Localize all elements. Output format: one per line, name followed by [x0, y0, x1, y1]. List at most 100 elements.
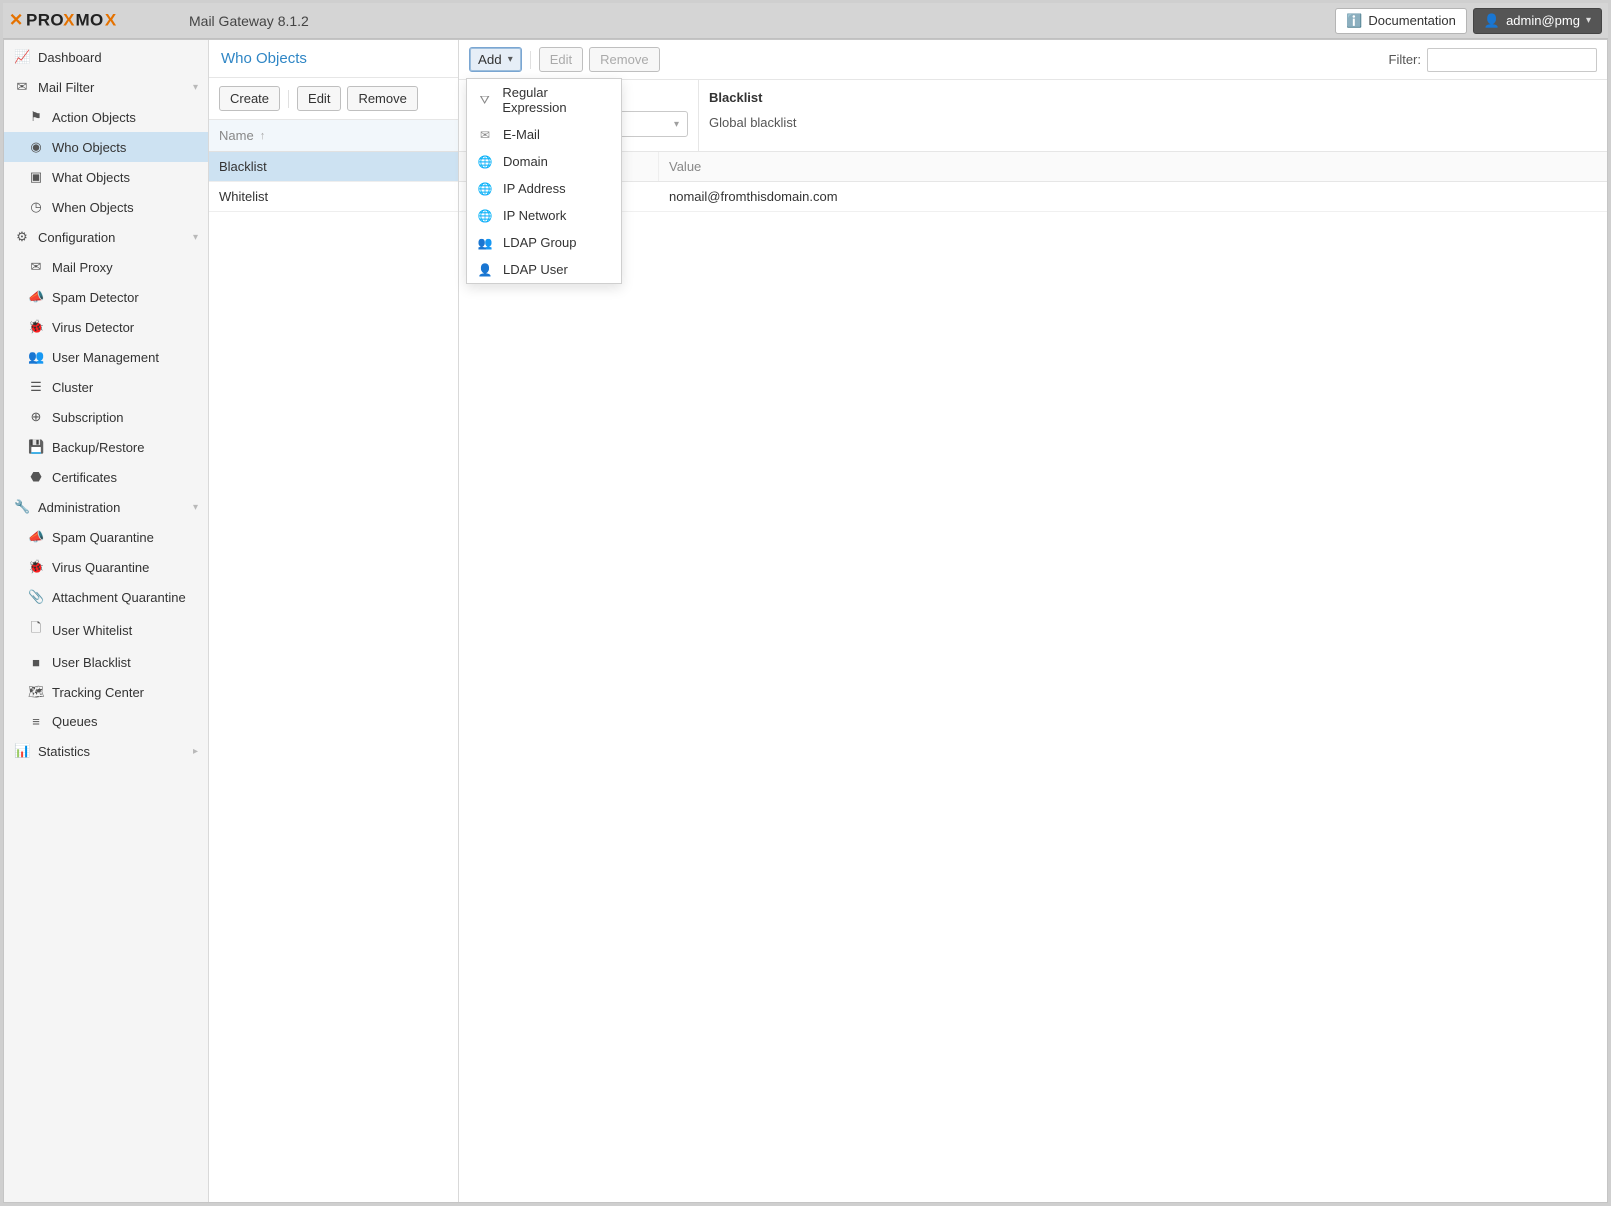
menu-item-ip-address[interactable]: 🌐IP Address — [467, 175, 621, 202]
sidebar-item-when-objects[interactable]: ◷ When Objects — [4, 192, 208, 222]
proxmox-logo: ✕ PRO X MO X — [9, 10, 179, 32]
sidebar-item-spam-detector[interactable]: 📣Spam Detector — [4, 282, 208, 312]
sidebar-item-cluster[interactable]: ☰Cluster — [4, 372, 208, 402]
edit-button[interactable]: Edit — [297, 86, 341, 111]
file-solid-icon: ■ — [28, 655, 44, 670]
object-description: Global blacklist — [709, 115, 1597, 130]
sidebar-item-label: When Objects — [52, 200, 134, 215]
wrench-icon: 🔧 — [14, 499, 30, 515]
svg-text:X: X — [105, 10, 117, 29]
sidebar-item-label: Configuration — [38, 230, 115, 245]
column-label: Name — [219, 128, 254, 143]
who-toolbar: Create Edit Remove — [209, 78, 458, 120]
sidebar-item-user-whitelist[interactable]: 🗋User Whitelist — [4, 612, 208, 648]
chevron-down-icon: ▾ — [193, 232, 198, 243]
sidebar-item-label: Administration — [38, 500, 120, 515]
user-circle-icon: ◉ — [28, 139, 44, 155]
sidebar-item-statistics[interactable]: 📊Statistics▸ — [4, 736, 208, 766]
menu-item-label: IP Network — [503, 208, 566, 223]
sidebar-item-label: Tracking Center — [52, 685, 144, 700]
cube-icon: ▣ — [28, 169, 44, 185]
certificate-icon: ⬣ — [28, 469, 44, 485]
user-icon: 👤 — [1484, 13, 1500, 29]
globe-icon: 🌐 — [477, 182, 493, 196]
sidebar-item-virus-quarantine[interactable]: 🐞 Virus Quarantine — [4, 552, 208, 582]
separator — [288, 90, 289, 108]
info-icon: ℹ️ — [1346, 13, 1362, 29]
sidebar-item-dashboard[interactable]: 📈Dashboard — [4, 42, 208, 72]
menu-item-ip-network[interactable]: 🌐IP Network — [467, 202, 621, 229]
remove-button[interactable]: Remove — [589, 47, 659, 72]
sidebar-item-label: Certificates — [52, 470, 117, 485]
sidebar-item-mail-filter[interactable]: ✉Mail Filter▾ — [4, 72, 208, 102]
sidebar-item-spam-quarantine[interactable]: 📣 Spam Quarantine — [4, 522, 208, 552]
add-button[interactable]: Add ▾ — [469, 47, 522, 72]
menu-item-label: Regular Expression — [502, 85, 611, 115]
filter-input[interactable] — [1427, 48, 1597, 72]
sidebar-item-label: User Blacklist — [52, 655, 131, 670]
documentation-button[interactable]: ℹ️ Documentation — [1335, 8, 1467, 34]
sidebar-item-virus-detector[interactable]: 🐞Virus Detector — [4, 312, 208, 342]
list-item[interactable]: Whitelist — [209, 182, 458, 212]
object-title: Blacklist — [709, 90, 1597, 105]
sidebar-item-subscription[interactable]: ⊕Subscription — [4, 402, 208, 432]
menu-item-email[interactable]: ✉E-Mail — [467, 121, 621, 148]
sidebar-item-label: Subscription — [52, 410, 124, 425]
users-icon: 👥 — [28, 349, 44, 365]
list-item-label: Whitelist — [219, 189, 268, 204]
sidebar-item-who-objects[interactable]: ◉ Who Objects — [4, 132, 208, 162]
sidebar-item-queues[interactable]: ≡Queues — [4, 707, 208, 736]
filter-icon: ⛛ — [477, 93, 492, 108]
add-menu: ⛛Regular Expression ✉E-Mail 🌐Domain 🌐IP … — [466, 78, 622, 284]
sidebar-item-administration[interactable]: 🔧Administration▾ — [4, 492, 208, 522]
bullhorn-icon: 📣 — [28, 529, 44, 545]
paperclip-icon: 📎 — [28, 589, 44, 605]
name-column-header[interactable]: Name ↑ — [209, 120, 458, 152]
table-row[interactable]: nomail@fromthisdomain.com — [459, 182, 1607, 212]
sidebar-item-user-management[interactable]: 👥User Management — [4, 342, 208, 372]
add-label: Add — [478, 52, 502, 67]
detail-panel: Add ▾ Edit Remove Filter: Direction: ▾ B… — [459, 40, 1607, 1202]
user-icon: 👤 — [477, 263, 493, 277]
chevron-down-icon: ▾ — [1586, 15, 1591, 26]
sidebar-item-label: Spam Quarantine — [52, 530, 154, 545]
sidebar-item-configuration[interactable]: ⚙Configuration▾ — [4, 222, 208, 252]
menu-item-ldap-group[interactable]: 👥LDAP Group — [467, 229, 621, 256]
envelope-icon: ✉ — [477, 128, 493, 142]
menu-item-ldap-user[interactable]: 👤LDAP User — [467, 256, 621, 283]
svg-text:✕: ✕ — [9, 10, 24, 29]
value-column-header[interactable]: Value — [659, 152, 1607, 181]
topbar: ✕ PRO X MO X Mail Gateway 8.1.2 ℹ️ Docum… — [3, 3, 1608, 39]
menu-item-regex[interactable]: ⛛ Regular Expression — [467, 79, 621, 121]
documentation-label: Documentation — [1368, 13, 1455, 28]
sort-asc-icon: ↑ — [260, 130, 266, 142]
remove-button[interactable]: Remove — [347, 86, 417, 111]
grid-headers: Type Value — [459, 152, 1607, 182]
sidebar-item-tracking-center[interactable]: 🗺Tracking Center — [4, 677, 208, 707]
bug-icon: 🐞 — [28, 559, 44, 575]
sidebar-item-action-objects[interactable]: ⚑Action Objects — [4, 102, 208, 132]
sidebar-item-backup-restore[interactable]: 💾Backup/Restore — [4, 432, 208, 462]
sidebar-item-label: Who Objects — [52, 140, 126, 155]
sidebar-item-certificates[interactable]: ⬣ Certificates — [4, 462, 208, 492]
chevron-down-icon: ▾ — [674, 119, 679, 130]
user-menu-button[interactable]: 👤 admin@pmg ▾ — [1473, 8, 1602, 34]
edit-button[interactable]: Edit — [539, 47, 583, 72]
list-item[interactable]: Blacklist — [209, 152, 458, 182]
separator — [530, 51, 531, 69]
sidebar-item-label: Virus Quarantine — [52, 560, 149, 575]
user-label: admin@pmg — [1506, 13, 1580, 28]
sidebar-item-mail-proxy[interactable]: ✉Mail Proxy — [4, 252, 208, 282]
sidebar-item-label: Mail Filter — [38, 80, 94, 95]
who-objects-panel: Who Objects Create Edit Remove Name ↑ Bl… — [209, 40, 459, 1202]
sidebar-item-attachment-quarantine[interactable]: 📎Attachment Quarantine — [4, 582, 208, 612]
filter-wrap: Filter: — [1389, 48, 1598, 72]
menu-item-domain[interactable]: 🌐Domain — [467, 148, 621, 175]
sidebar-item-user-blacklist[interactable]: ■ User Blacklist — [4, 648, 208, 677]
create-button[interactable]: Create — [219, 86, 280, 111]
server-icon: ☰ — [28, 379, 44, 395]
sidebar-item-what-objects[interactable]: ▣What Objects — [4, 162, 208, 192]
clock-icon: ◷ — [28, 199, 44, 215]
detail-toolbar: Add ▾ Edit Remove Filter: — [459, 40, 1607, 80]
description-cell: Blacklist Global blacklist — [699, 80, 1607, 151]
